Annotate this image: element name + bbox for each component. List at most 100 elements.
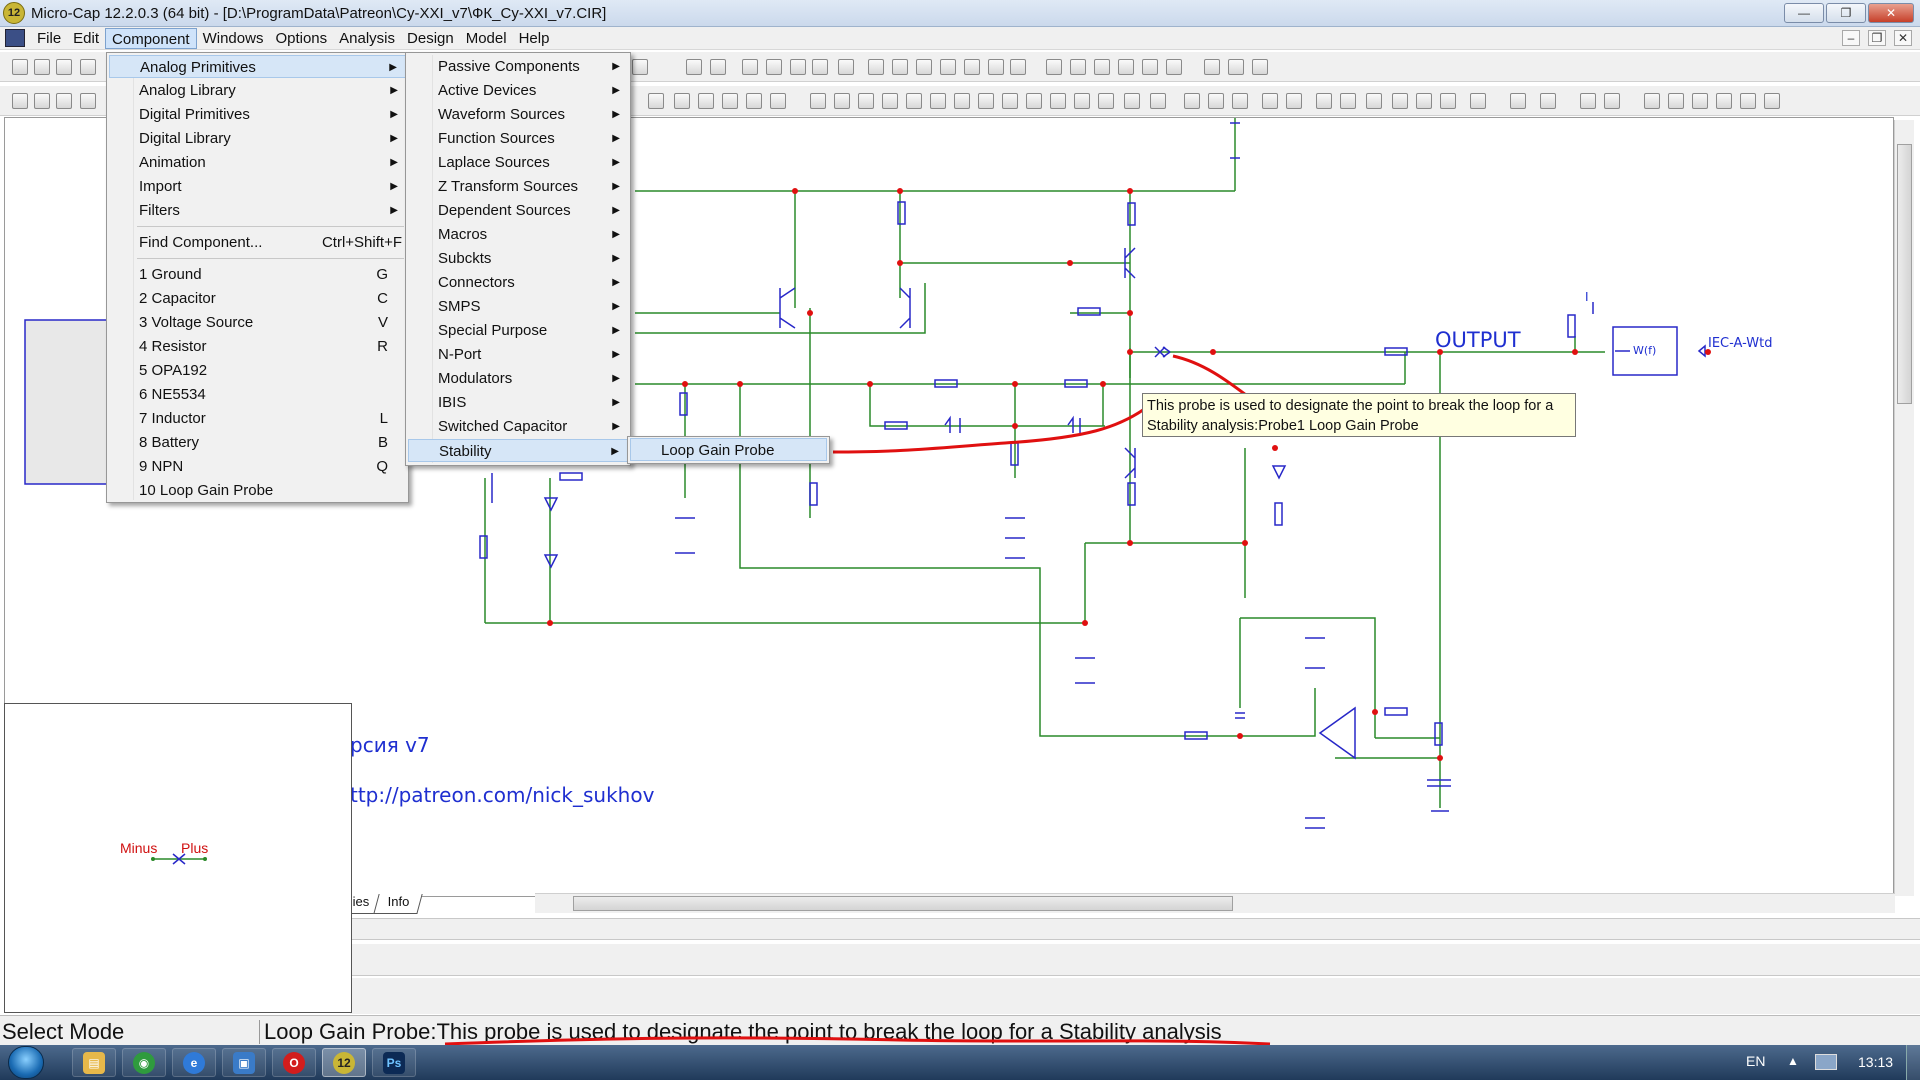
font-icon[interactable]	[1580, 93, 1596, 109]
paste-icon[interactable]	[964, 59, 980, 75]
menu-windows[interactable]: Windows	[197, 28, 270, 49]
toolbar-tool-icon[interactable]	[1124, 93, 1140, 109]
menu-item-filters[interactable]: Filters ▶	[109, 199, 406, 222]
toolbar-tool-icon[interactable]	[834, 93, 850, 109]
menu-item-recent-4[interactable]: 4 Resistor R	[109, 335, 406, 358]
redo-icon[interactable]	[892, 59, 908, 75]
web-icon[interactable]	[1252, 59, 1268, 75]
network-icon[interactable]	[1815, 1054, 1837, 1070]
zoom-fit-icon[interactable]	[1440, 93, 1456, 109]
toolbar-tool-icon[interactable]	[1286, 93, 1302, 109]
menu-edit[interactable]: Edit	[67, 28, 105, 49]
new-file-icon[interactable]	[12, 59, 28, 75]
toolbar-tool-icon[interactable]	[1262, 93, 1278, 109]
window-tile-icon[interactable]	[1094, 59, 1110, 75]
menu-item-modulators[interactable]: Modulators ▶	[408, 367, 628, 390]
align-icon[interactable]	[1716, 93, 1732, 109]
menu-item-dependent-sources[interactable]: Dependent Sources ▶	[408, 199, 628, 222]
menu-item-animation[interactable]: Animation ▶	[109, 151, 406, 174]
menu-item-recent-7[interactable]: 7 Inductor L	[109, 407, 406, 430]
align-icon[interactable]	[1764, 93, 1780, 109]
toolbar-tool-icon[interactable]	[742, 59, 758, 75]
toolbar-tool-icon[interactable]	[1366, 93, 1382, 109]
align-icon[interactable]	[1740, 93, 1756, 109]
menu-item-passive-components[interactable]: Passive Components ▶	[408, 55, 628, 78]
toolbar-tool-icon[interactable]	[1510, 93, 1526, 109]
menu-item-active-devices[interactable]: Active Devices ▶	[408, 79, 628, 102]
refresh-icon[interactable]	[80, 59, 96, 75]
menu-item-connectors[interactable]: Connectors ▶	[408, 271, 628, 294]
find-icon[interactable]	[1050, 93, 1066, 109]
toolbar-tool-icon[interactable]	[1232, 93, 1248, 109]
settings-icon[interactable]	[632, 59, 648, 75]
horizontal-scrollbar[interactable]	[535, 893, 1895, 913]
grid-icon[interactable]	[770, 93, 786, 109]
menu-item-switched-capacitor[interactable]: Switched Capacitor ▶	[408, 415, 628, 438]
menu-item-digital-primitives[interactable]: Digital Primitives ▶	[109, 103, 406, 126]
menu-file[interactable]: File	[31, 28, 67, 49]
toolbar-tool-icon[interactable]	[1026, 93, 1042, 109]
toolbar-tool-icon[interactable]	[930, 93, 946, 109]
menu-item-recent-2[interactable]: 2 Capacitor C	[109, 287, 406, 310]
taskbar-opera[interactable]: O	[272, 1048, 316, 1077]
document-icon[interactable]	[5, 29, 25, 47]
select-mode-icon[interactable]	[12, 93, 28, 109]
toolbar-tool-icon[interactable]	[1150, 93, 1166, 109]
menu-item-digital-library[interactable]: Digital Library ▶	[109, 127, 406, 150]
info-icon[interactable]	[1228, 59, 1244, 75]
menu-design[interactable]: Design	[401, 28, 460, 49]
toolbar-tool-icon[interactable]	[674, 93, 690, 109]
zoom-in-icon[interactable]	[1392, 93, 1408, 109]
menu-item-recent-8[interactable]: 8 Battery B	[109, 431, 406, 454]
window-icon[interactable]	[1142, 59, 1158, 75]
toolbar-tool-icon[interactable]	[1002, 93, 1018, 109]
menu-item-recent-10[interactable]: 10 Loop Gain Probe	[109, 479, 406, 502]
calculator-icon[interactable]	[1166, 59, 1182, 75]
toolbar-tool-icon[interactable]	[1470, 93, 1486, 109]
taskbar-ie[interactable]: e	[172, 1048, 216, 1077]
toolbar-tool-icon[interactable]	[906, 93, 922, 109]
toolbar-tool-icon[interactable]	[858, 93, 874, 109]
maximize-button[interactable]: ❐	[1826, 3, 1866, 23]
menu-item-recent-3[interactable]: 3 Voltage Source V	[109, 311, 406, 334]
menu-item-laplace-sources[interactable]: Laplace Sources ▶	[408, 151, 628, 174]
toolbar-tool-icon[interactable]	[698, 93, 714, 109]
toolbar-tool-icon[interactable]	[978, 93, 994, 109]
align-icon[interactable]	[1692, 93, 1708, 109]
find-icon[interactable]	[1074, 93, 1090, 109]
toolbar-tool-icon[interactable]	[1340, 93, 1356, 109]
show-desktop-button[interactable]	[1906, 1045, 1920, 1080]
menu-component[interactable]: Component	[105, 27, 197, 49]
taskbar-app[interactable]: ▣	[222, 1048, 266, 1077]
delete-icon[interactable]	[988, 59, 1004, 75]
menu-item-analog-library[interactable]: Analog Library ▶	[109, 79, 406, 102]
undo-icon[interactable]	[868, 59, 884, 75]
menu-item-analog-primitives[interactable]: Analog Primitives ▶	[109, 55, 406, 78]
toolbar-tool-icon[interactable]	[812, 59, 828, 75]
tray-clock[interactable]: 13:13	[1858, 1054, 1893, 1070]
toolbar-tool-icon[interactable]	[1208, 93, 1224, 109]
menu-item-loop-gain-probe[interactable]: Loop Gain Probe	[630, 438, 827, 461]
menu-options[interactable]: Options	[269, 28, 333, 49]
menu-item-recent-5[interactable]: 5 OPA192	[109, 359, 406, 382]
toolbar-tool-icon[interactable]	[648, 93, 664, 109]
align-icon[interactable]	[1644, 93, 1660, 109]
close-button[interactable]: ✕	[1868, 3, 1914, 23]
toolbar-tool-icon[interactable]	[954, 93, 970, 109]
component-mode-icon[interactable]	[34, 93, 50, 109]
mdi-minimize-button[interactable]: –	[1842, 30, 1860, 46]
taskbar-microcap[interactable]: 12	[322, 1048, 366, 1077]
mdi-restore-button[interactable]: ❐	[1868, 30, 1886, 46]
menu-item-recent-1[interactable]: 1 Ground G	[109, 263, 406, 286]
toolbar-tool-icon[interactable]	[710, 59, 726, 75]
menu-item-n-port[interactable]: N-Port ▶	[408, 343, 628, 366]
toolbar-tool-icon[interactable]	[1184, 93, 1200, 109]
menu-item-recent-9[interactable]: 9 NPN Q	[109, 455, 406, 478]
select-all-icon[interactable]	[1010, 59, 1026, 75]
window-cascade-icon[interactable]	[1046, 59, 1062, 75]
taskbar-photoshop[interactable]: Ps	[372, 1048, 416, 1077]
toolbar-tool-icon[interactable]	[1098, 93, 1114, 109]
menu-item-function-sources[interactable]: Function Sources ▶	[408, 127, 628, 150]
menu-item-waveform-sources[interactable]: Waveform Sources ▶	[408, 103, 628, 126]
tray-expand-icon[interactable]: ▲	[1787, 1054, 1799, 1068]
